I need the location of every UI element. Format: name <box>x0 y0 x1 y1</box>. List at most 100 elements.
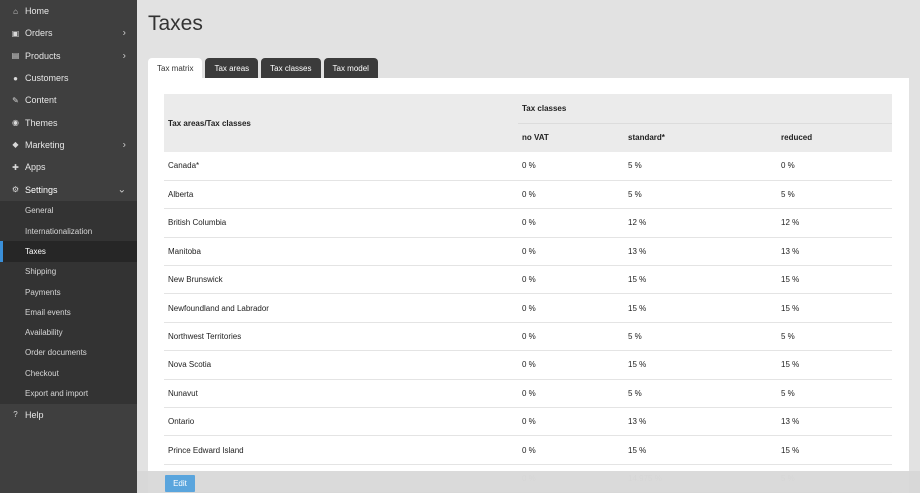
home-icon: ⌂ <box>13 6 18 16</box>
customers-icon: ● <box>13 73 18 83</box>
apps-icon: ✚ <box>12 162 19 172</box>
sidebar-subitem-checkout[interactable]: Checkout <box>0 363 137 383</box>
help-icon: ? <box>13 410 18 420</box>
products-icon: ▤ <box>11 51 20 61</box>
tax-area-cell: Newfoundland and Labrador <box>164 293 518 323</box>
tax-rate-cell: 0 % <box>518 180 624 210</box>
sidebar-subitem-general[interactable]: General <box>0 201 137 221</box>
tab-bar: Tax matrix Tax areas Tax classes Tax model <box>148 58 378 78</box>
tax-rate-cell: 13 % <box>777 237 892 267</box>
tax-rate-cell: 15 % <box>624 435 777 465</box>
footer-bar: Edit <box>137 471 920 493</box>
tax-rate-cell: 13 % <box>624 407 777 437</box>
tax-rate-cell: 0 % <box>518 237 624 267</box>
tax-rate-cell: 5 % <box>624 180 777 210</box>
settings-subnav: General Internationalization Taxes Shipping… <box>0 200 137 404</box>
tax-rate-cell: 5 % <box>624 322 777 352</box>
tax-rate-cell: 12 % <box>777 208 892 238</box>
sidebar-item-label: Settings <box>25 184 58 195</box>
chevron-right-icon: › <box>122 27 126 39</box>
sidebar-item-home[interactable]: ⌂ Home <box>0 0 137 22</box>
sidebar-item-label: Home <box>25 6 50 17</box>
sidebar-item-content[interactable]: ✎ Content <box>0 89 137 111</box>
tax-rate-cell: 15 % <box>624 265 777 295</box>
sidebar-item-label: Orders <box>25 28 53 39</box>
tax-rate-cell: 15 % <box>777 350 892 380</box>
tax-area-cell: Prince Edward Island <box>164 435 518 465</box>
tab-tax-areas[interactable]: Tax areas <box>205 58 259 78</box>
sidebar-item-themes[interactable]: ◉ Themes <box>0 111 137 133</box>
tax-rate-cell: 0 % <box>518 152 624 181</box>
tax-area-cell: Nunavut <box>164 379 518 409</box>
tax-rate-cell: 0 % <box>518 379 624 409</box>
sidebar-subitem-availability[interactable]: Availability <box>0 322 137 342</box>
tax-rate-cell: 0 % <box>518 350 624 380</box>
table-row: Nunavut 0 % 5 % 5 % <box>164 379 892 409</box>
table-row: Prince Edward Island 0 % 15 % 15 % <box>164 435 892 465</box>
sidebar-item-marketing[interactable]: ◆ Marketing › <box>0 134 137 156</box>
sidebar-item-orders[interactable]: ▣ Orders › <box>0 22 137 44</box>
tax-rate-cell: 0 % <box>518 208 624 238</box>
table-row: Manitoba 0 % 13 % 13 % <box>164 237 892 267</box>
tax-rate-cell: 15 % <box>777 293 892 323</box>
page-title: Taxes <box>148 12 203 35</box>
row-header-tax-areas: Tax areas/Tax classes <box>164 94 518 152</box>
tax-area-cell: Canada* <box>164 152 518 181</box>
tab-tax-matrix[interactable]: Tax matrix <box>148 58 203 78</box>
tax-rate-cell: 5 % <box>777 322 892 352</box>
group-header-tax-classes: Tax classes <box>518 94 892 123</box>
tax-rate-cell: 12 % <box>624 208 777 238</box>
tax-rate-cell: 5 % <box>624 379 777 409</box>
help-nav: ? Help <box>0 404 137 426</box>
tax-area-cell: Northwest Territories <box>164 322 518 352</box>
tax-rate-cell: 15 % <box>624 350 777 380</box>
tab-tax-model[interactable]: Tax model <box>323 58 378 78</box>
sidebar-subitem-payments[interactable]: Payments <box>0 282 137 302</box>
chevron-down-icon: ⌄ <box>117 184 126 196</box>
sidebar-subitem-order-documents[interactable]: Order documents <box>0 343 137 363</box>
tax-rate-cell: 5 % <box>624 152 777 181</box>
column-header-reduced: reduced <box>777 122 892 152</box>
tax-rate-cell: 13 % <box>777 407 892 437</box>
sidebar-item-apps[interactable]: ✚ Apps <box>0 156 137 178</box>
sidebar-item-label: Marketing <box>25 139 65 150</box>
marketing-icon: ◆ <box>12 140 19 150</box>
table-row: Newfoundland and Labrador 0 % 15 % 15 % <box>164 293 892 323</box>
column-header-standard: standard* <box>624 122 777 152</box>
tax-rate-cell: 0 % <box>518 293 624 323</box>
sidebar-item-products[interactable]: ▤ Products › <box>0 45 137 67</box>
sidebar-item-customers[interactable]: ● Customers <box>0 67 137 89</box>
tab-tax-classes[interactable]: Tax classes <box>261 58 321 78</box>
content-icon: ✎ <box>12 95 19 105</box>
main-nav: ⌂ Home ▣ Orders › ▤ Products › ● Customers ✎ Conten… <box>0 0 137 201</box>
themes-icon: ◉ <box>12 118 19 128</box>
table-row: Ontario 0 % 13 % 13 % <box>164 407 892 437</box>
settings-icon: ⚙ <box>11 185 20 195</box>
chevron-right-icon: › <box>122 50 126 62</box>
sidebar-item-label: Themes <box>25 117 58 128</box>
table-row: Nova Scotia 0 % 15 % 15 % <box>164 350 892 380</box>
sidebar-subitem-taxes[interactable]: Taxes <box>0 241 137 262</box>
tax-rate-cell: 0 % <box>518 435 624 465</box>
table-row: Northwest Territories 0 % 5 % 5 % <box>164 322 892 352</box>
tax-rate-cell: 0 % <box>518 265 624 295</box>
edit-button[interactable]: Edit <box>165 475 195 492</box>
sidebar-item-label: Help <box>25 409 44 420</box>
sidebar-item-label: Apps <box>25 162 46 173</box>
sidebar-item-help[interactable]: ? Help <box>0 404 137 426</box>
tax-area-cell: Ontario <box>164 407 518 437</box>
sidebar-subitem-shipping[interactable]: Shipping <box>0 262 137 282</box>
tax-rate-cell: 15 % <box>777 265 892 295</box>
tax-rate-cell: 0 % <box>518 322 624 352</box>
sidebar-item-settings[interactable]: ⚙ Settings ⌄ <box>0 178 137 200</box>
sidebar-subitem-export-and-import[interactable]: Export and import <box>0 383 137 403</box>
tax-matrix-table: Tax areas/Tax classes Tax classes no VAT… <box>164 94 892 493</box>
sidebar-item-label: Customers <box>25 73 69 84</box>
sidebar-subitem-email-events[interactable]: Email events <box>0 302 137 322</box>
tax-area-cell: British Columbia <box>164 208 518 238</box>
tax-rate-cell: 0 % <box>518 407 624 437</box>
sidebar-item-label: Content <box>25 95 57 106</box>
tax-rate-cell: 5 % <box>777 379 892 409</box>
sidebar-subitem-internationalization[interactable]: Internationalization <box>0 221 137 241</box>
orders-icon: ▣ <box>11 28 20 38</box>
